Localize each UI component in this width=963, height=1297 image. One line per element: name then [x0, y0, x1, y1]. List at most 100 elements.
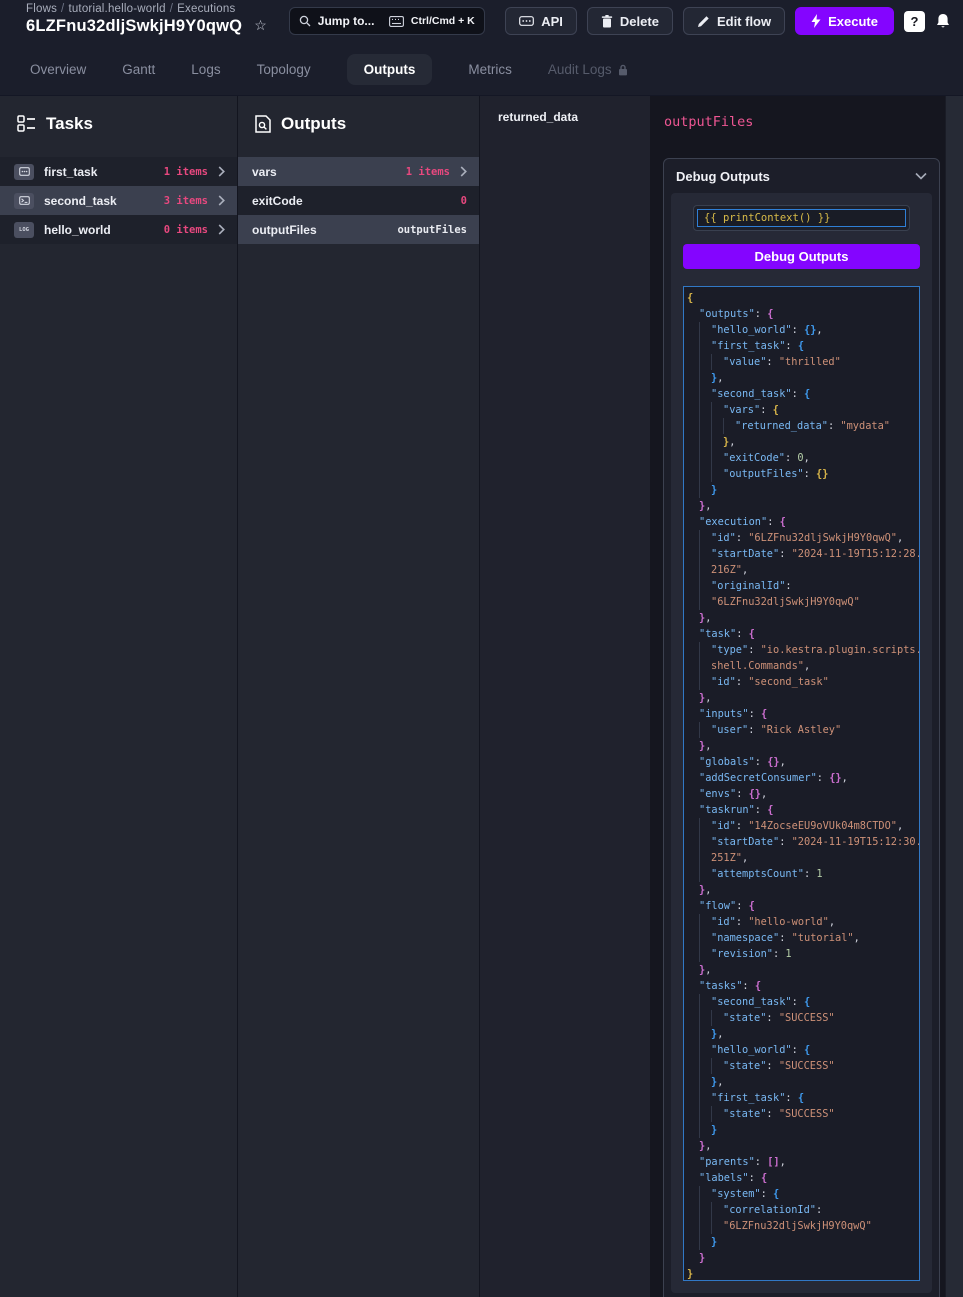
task-name: second_task [44, 194, 154, 208]
return-task-icon [14, 164, 34, 180]
code-line: }, [687, 610, 919, 626]
tasks-panel: Tasks first_task1 itemssecond_task3 item… [0, 96, 238, 1297]
notifications-bell-icon[interactable] [935, 13, 951, 30]
code-line: "globals": {}, [687, 754, 919, 770]
output-row-outputfiles[interactable]: outputFilesoutputFiles [238, 215, 479, 244]
tab-logs[interactable]: Logs [191, 62, 220, 77]
code-line: "system": { [687, 1186, 919, 1202]
page-title: 6LZFnu32dljSwkjH9Y0qwQ [26, 17, 242, 36]
scrollbar[interactable] [945, 96, 963, 1297]
header-left: Flows/tutorial.hello-world/Executions 6L… [26, 0, 267, 36]
tab-label: Overview [30, 62, 86, 77]
code-line: 251Z", [687, 850, 919, 866]
output-row-exitcode[interactable]: exitCode0 [238, 186, 479, 215]
code-line: "value": "thrilled" [687, 354, 919, 370]
detail-panel: outputFiles Debug Outputs {{ printContex… [650, 96, 945, 1297]
search-input[interactable]: Jump to... Ctrl/Cmd + K [289, 7, 485, 35]
search-icon [299, 15, 311, 27]
output-name: outputFiles [252, 223, 387, 237]
code-line: }, [687, 498, 919, 514]
code-line: "attemptsCount": 1 [687, 866, 919, 882]
output-value: 1 items [406, 166, 450, 178]
code-line: "startDate": "2024-11-19T15:12:28. [687, 546, 919, 562]
outputs-panel: Outputs vars1 itemsexitCode0outputFileso… [238, 96, 480, 1297]
code-line: "id": "6LZFnu32dljSwkjH9Y0qwQ", [687, 530, 919, 546]
debug-outputs-card: Debug Outputs {{ printContext() }} Debug… [663, 158, 940, 1297]
preview-item-returned-data[interactable]: returned_data [480, 96, 650, 124]
code-line: } [687, 1234, 919, 1250]
code-line: "returned_data": "mydata" [687, 418, 919, 434]
tab-topology[interactable]: Topology [257, 62, 311, 77]
api-icon [519, 15, 534, 27]
code-line: "correlationId": [687, 1202, 919, 1218]
output-name: vars [252, 165, 396, 179]
chevron-right-icon [460, 166, 467, 177]
task-row-second-task[interactable]: second_task 3 items [0, 186, 237, 215]
api-button-label: API [541, 14, 563, 29]
lock-icon [618, 64, 628, 76]
tab-label: Metrics [468, 62, 512, 77]
chevron-down-icon [915, 172, 927, 180]
keyboard-icon [389, 16, 404, 27]
tab-label: Topology [257, 62, 311, 77]
code-line: "id": "hello-world", [687, 914, 919, 930]
expression-field-wrap: {{ printContext() }} [693, 205, 910, 231]
code-line: "flow": { [687, 898, 919, 914]
header-actions: API Delete Edit flow Execute ? [505, 0, 951, 35]
output-value: 0 [461, 195, 467, 207]
tab-metrics[interactable]: Metrics [468, 62, 512, 77]
code-line: "parents": [], [687, 1154, 919, 1170]
chevron-right-icon [218, 224, 225, 235]
output-row-vars[interactable]: vars 1 items [238, 157, 479, 186]
code-line: "hello_world": {}, [687, 322, 919, 338]
tab-outputs[interactable]: Outputs [347, 54, 433, 85]
code-line: }, [687, 1026, 919, 1042]
code-line: shell.Commands", [687, 658, 919, 674]
code-line: "first_task": { [687, 1090, 919, 1106]
api-button[interactable]: API [505, 7, 577, 35]
edit-flow-button[interactable]: Edit flow [683, 7, 785, 35]
delete-button[interactable]: Delete [587, 7, 673, 35]
task-items-count: 3 items [164, 195, 208, 207]
breadcrumb-item-executions[interactable]: Executions [177, 3, 235, 15]
code-line: "labels": { [687, 1170, 919, 1186]
debug-outputs-button[interactable]: Debug Outputs [683, 244, 920, 269]
help-button[interactable]: ? [904, 11, 925, 32]
breadcrumb-item-flows[interactable]: Flows [26, 3, 57, 15]
task-row-first-task[interactable]: first_task1 items [0, 157, 237, 186]
expression-input[interactable]: {{ printContext() }} [697, 209, 906, 227]
code-line: "id": "14ZocseEU9oVUk04m8CTDO", [687, 818, 919, 834]
badge-label: LOG [19, 227, 29, 233]
file-search-icon [255, 115, 271, 133]
tab-overview[interactable]: Overview [30, 62, 86, 77]
star-icon[interactable]: ☆ [254, 17, 267, 34]
breadcrumb-item-tutorial-hello-world[interactable]: tutorial.hello-world [68, 3, 165, 15]
debug-outputs-body: {{ printContext() }} Debug Outputs {"out… [671, 193, 932, 1293]
tab-audit-logs[interactable]: Audit Logs [548, 62, 628, 77]
breadcrumb: Flows/tutorial.hello-world/Executions [26, 3, 267, 15]
tab-bar: Overview Gantt Logs Topology Outputs Metrics A… [0, 44, 963, 96]
execute-button[interactable]: Execute [795, 7, 894, 35]
code-line: } [687, 1266, 919, 1281]
tab-label: Logs [191, 62, 220, 77]
code-line: "hello_world": { [687, 1042, 919, 1058]
task-name: first_task [44, 165, 154, 179]
tab-gantt[interactable]: Gantt [122, 62, 155, 77]
debug-outputs-title: Debug Outputs [676, 169, 770, 184]
detail-title: outputFiles [650, 96, 945, 130]
code-line: }, [687, 690, 919, 706]
json-editor[interactable]: {"outputs": {"hello_world": {},"first_ta… [683, 286, 920, 1281]
code-line: "outputs": { [687, 306, 919, 322]
debug-outputs-header[interactable]: Debug Outputs [664, 159, 939, 193]
task-row-hello-world[interactable]: LOGhello_world0 items [0, 215, 237, 244]
task-items-count: 0 items [164, 224, 208, 236]
code-line: }, [687, 1138, 919, 1154]
tab-label: Gantt [122, 62, 155, 77]
code-line: }, [687, 962, 919, 978]
pencil-icon [697, 15, 710, 28]
code-line: "vars": { [687, 402, 919, 418]
code-line: "second_task": { [687, 386, 919, 402]
breadcrumb-separator: / [57, 3, 68, 15]
code-line: } [687, 1250, 919, 1266]
code-line: }, [687, 1074, 919, 1090]
